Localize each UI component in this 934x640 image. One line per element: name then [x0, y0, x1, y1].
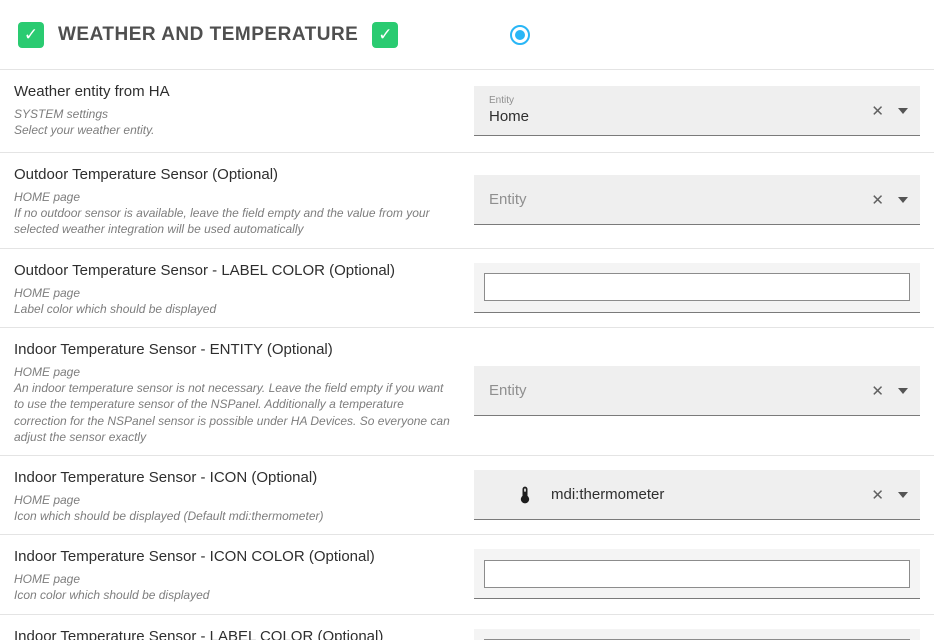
clear-icon[interactable]: ✕ [863, 486, 892, 504]
radio-dot-icon [515, 30, 525, 40]
setting-row-weather-entity: Weather entity from HA SYSTEM settings S… [0, 70, 934, 153]
setting-title: Outdoor Temperature Sensor - LABEL COLOR… [14, 262, 456, 279]
setting-description: If no outdoor sensor is available, leave… [14, 205, 456, 237]
indoor-icon-color-input[interactable] [484, 560, 910, 588]
setting-context: HOME page [14, 571, 456, 587]
setting-description: Icon color which should be displayed [14, 587, 456, 603]
setting-info: Indoor Temperature Sensor - LABEL COLOR … [0, 615, 474, 640]
indoor-label-color-field-wrap [474, 629, 920, 640]
setting-info: Outdoor Temperature Sensor (Optional) HO… [0, 153, 474, 248]
setting-control-area [474, 249, 934, 327]
setting-title: Indoor Temperature Sensor - ICON (Option… [14, 469, 456, 486]
setting-row-indoor-icon: Indoor Temperature Sensor - ICON (Option… [0, 456, 934, 535]
chevron-down-icon[interactable] [898, 388, 908, 394]
section-enable-checkbox[interactable]: ✓ [18, 22, 44, 48]
clear-icon[interactable]: ✕ [863, 191, 892, 209]
select-value: Home [489, 107, 863, 127]
setting-title: Outdoor Temperature Sensor (Optional) [14, 166, 456, 183]
setting-info: Indoor Temperature Sensor - ICON COLOR (… [0, 535, 474, 613]
setting-row-indoor-entity: Indoor Temperature Sensor - ENTITY (Opti… [0, 328, 934, 456]
setting-info: Indoor Temperature Sensor - ICON (Option… [0, 456, 474, 534]
setting-context: SYSTEM settings [14, 106, 456, 122]
setting-description: Select your weather entity. [14, 122, 456, 138]
setting-context: HOME page [14, 492, 456, 508]
outdoor-temp-entity-select[interactable]: Entity ✕ [474, 175, 920, 225]
select-placeholder: Entity [489, 382, 863, 399]
setting-row-outdoor-label-color: Outdoor Temperature Sensor - LABEL COLOR… [0, 249, 934, 328]
section-radio-button[interactable] [510, 25, 530, 45]
check-icon: ✓ [24, 25, 38, 45]
indoor-icon-color-field-wrap [474, 549, 920, 599]
setting-control-area: mdi:thermometer ✕ [474, 456, 934, 534]
setting-title: Indoor Temperature Sensor - LABEL COLOR … [14, 628, 456, 640]
setting-info: Indoor Temperature Sensor - ENTITY (Opti… [0, 328, 474, 455]
select-text: mdi:thermometer [551, 485, 863, 505]
outdoor-label-color-input[interactable] [484, 273, 910, 301]
weather-entity-select[interactable]: Entity Home ✕ [474, 86, 920, 136]
page-title: WEATHER AND TEMPERATURE [58, 24, 358, 46]
chevron-down-icon[interactable] [898, 108, 908, 114]
select-text: Entity [489, 191, 863, 208]
select-text: Entity Home [489, 94, 863, 127]
setting-context: HOME page [14, 285, 456, 301]
thermometer-icon [515, 485, 535, 505]
setting-control-area [474, 615, 934, 640]
clear-icon[interactable]: ✕ [863, 102, 892, 120]
setting-control-area: Entity Home ✕ [474, 70, 934, 152]
setting-context: HOME page [14, 189, 456, 205]
setting-control-area [474, 535, 934, 613]
section-header: ✓ WEATHER AND TEMPERATURE ✓ [0, 0, 934, 70]
setting-description: An indoor temperature sensor is not nece… [14, 380, 456, 445]
setting-context: HOME page [14, 364, 456, 380]
select-placeholder: Entity [489, 191, 863, 208]
outdoor-label-color-field-wrap [474, 263, 920, 313]
indoor-icon-select[interactable]: mdi:thermometer ✕ [474, 470, 920, 520]
setting-row-indoor-label-color: Indoor Temperature Sensor - LABEL COLOR … [0, 615, 934, 640]
clear-icon[interactable]: ✕ [863, 382, 892, 400]
chevron-down-icon[interactable] [898, 492, 908, 498]
setting-description: Icon which should be displayed (Default … [14, 508, 456, 524]
section-secondary-checkbox[interactable]: ✓ [372, 22, 398, 48]
chevron-down-icon[interactable] [898, 197, 908, 203]
setting-info: Weather entity from HA SYSTEM settings S… [0, 70, 474, 152]
select-floating-label: Entity [489, 94, 863, 107]
settings-page: ✓ WEATHER AND TEMPERATURE ✓ Weather enti… [0, 0, 934, 640]
setting-title: Weather entity from HA [14, 83, 456, 100]
setting-info: Outdoor Temperature Sensor - LABEL COLOR… [0, 249, 474, 327]
select-text: Entity [489, 382, 863, 399]
setting-title: Indoor Temperature Sensor - ENTITY (Opti… [14, 341, 456, 358]
select-value: mdi:thermometer [551, 485, 863, 505]
setting-description: Label color which should be displayed [14, 301, 456, 317]
setting-row-outdoor-temp-sensor: Outdoor Temperature Sensor (Optional) HO… [0, 153, 934, 249]
check-icon: ✓ [378, 25, 392, 45]
setting-control-area: Entity ✕ [474, 328, 934, 455]
indoor-temp-entity-select[interactable]: Entity ✕ [474, 366, 920, 416]
setting-control-area: Entity ✕ [474, 153, 934, 248]
setting-title: Indoor Temperature Sensor - ICON COLOR (… [14, 548, 456, 565]
setting-row-indoor-icon-color: Indoor Temperature Sensor - ICON COLOR (… [0, 535, 934, 614]
